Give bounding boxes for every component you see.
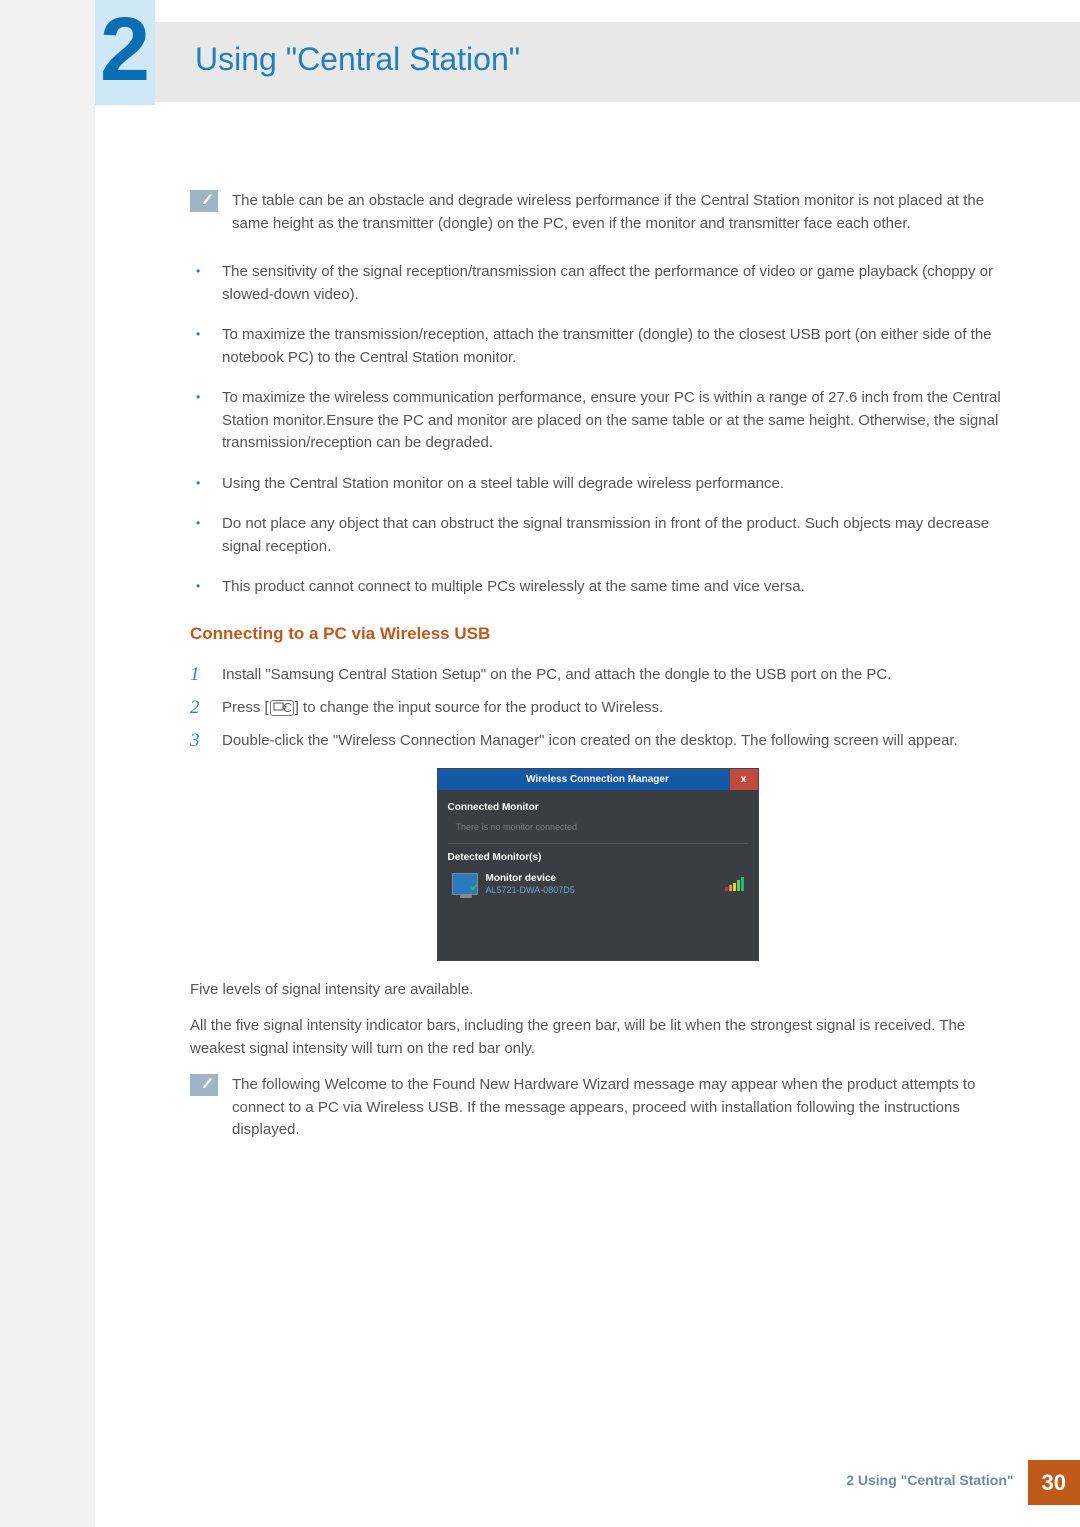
bullet-item: Do not place any object that can obstruc… (190, 513, 1005, 558)
close-button[interactable]: x (730, 769, 758, 790)
note-row: The following Welcome to the Found New H… (190, 1074, 1005, 1142)
monitor-icon: ✔ (452, 873, 478, 895)
step-text: Press [ ] to change the input source for … (222, 697, 1005, 720)
page-footer: 2 Using "Central Station" 30 (832, 1460, 1080, 1505)
note-icon (190, 1074, 218, 1096)
signal-strength-icon (725, 877, 744, 891)
bullet-item: Using the Central Station monitor on a s… (190, 473, 1005, 496)
note-row: The table can be an obstacle and degrade… (190, 190, 1005, 235)
subheading: Connecting to a PC via Wireless USB (190, 621, 1005, 647)
page-number: 30 (1028, 1460, 1080, 1505)
bullet-item: This product cannot connect to multiple … (190, 576, 1005, 599)
bullet-item: To maximize the wireless communication p… (190, 387, 1005, 455)
page: 2 Using "Central Station" The table can … (0, 0, 1080, 1527)
wcm-connected-label: Connected Monitor (448, 800, 748, 815)
step-text: Install "Samsung Central Station Setup" … (222, 664, 1005, 687)
step2-post: ] to change the input source for the pro… (295, 699, 664, 716)
device-name: Monitor device (486, 873, 575, 885)
wcm-title-text: Wireless Connection Manager (526, 774, 669, 785)
paragraph: Five levels of signal intensity are avai… (190, 979, 1005, 1002)
detected-text: Monitor device AL5721-DWA-0807D5 (486, 873, 575, 896)
detected-monitor-row[interactable]: ✔ Monitor device AL5721-DWA-0807D5 (448, 869, 748, 900)
paragraph: All the five signal intensity indicator … (190, 1015, 1005, 1060)
content-area: The table can be an obstacle and degrade… (190, 190, 1005, 1168)
device-id: AL5721-DWA-0807D5 (486, 885, 575, 896)
wcm-detected-label: Detected Monitor(s) (448, 850, 748, 865)
wireless-connection-manager-dialog: Wireless Connection Manager x Connected … (437, 768, 759, 960)
note-icon (190, 190, 218, 212)
chapter-title: Using "Central Station" (195, 35, 520, 83)
check-icon: ✔ (470, 881, 478, 896)
wcm-title-bar: Wireless Connection Manager x (438, 769, 758, 790)
step-3: 3 Double-click the "Wireless Connection … (190, 730, 1005, 753)
footer-label: 2 Using "Central Station" (832, 1460, 1027, 1505)
chapter-number: 2 (95, 0, 155, 105)
note-text: The following Welcome to the Found New H… (232, 1074, 1005, 1142)
step-text: Double-click the "Wireless Connection Ma… (222, 730, 1005, 753)
wcm-body: Connected Monitor There is no monitor co… (438, 790, 758, 959)
step2-pre: Press [ (222, 699, 269, 716)
note-text: The table can be an obstacle and degrade… (232, 190, 1005, 235)
wcm-connected-msg: There is no monitor connected (448, 819, 748, 844)
step-1: 1 Install "Samsung Central Station Setup… (190, 664, 1005, 687)
bullet-item: To maximize the transmission/reception, … (190, 324, 1005, 369)
step-number: 3 (190, 730, 210, 753)
bullet-item: The sensitivity of the signal reception/… (190, 261, 1005, 306)
step-number: 2 (190, 697, 210, 720)
step-number: 1 (190, 664, 210, 687)
left-decorative-bar (0, 0, 95, 1527)
bullet-list: The sensitivity of the signal reception/… (190, 261, 1005, 599)
source-button-icon (270, 700, 294, 716)
step-2: 2 Press [ ] to change the input source fo… (190, 697, 1005, 720)
